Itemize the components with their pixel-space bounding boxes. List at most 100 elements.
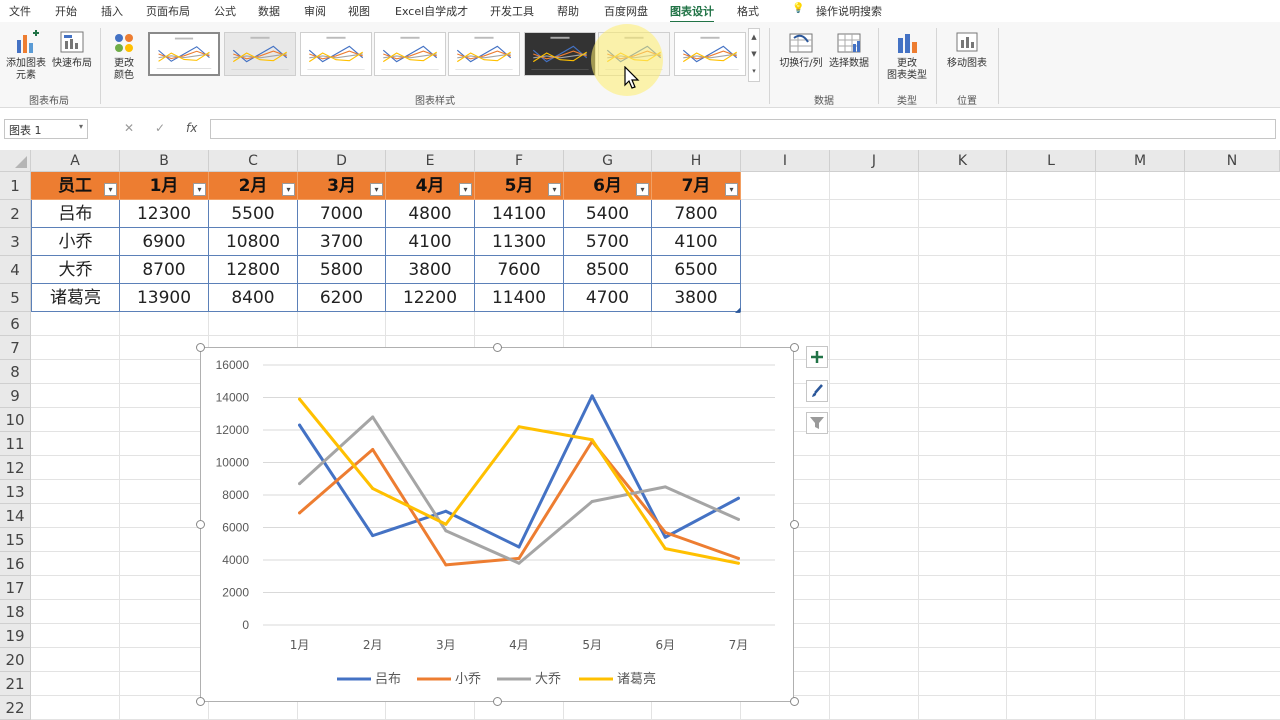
chart-style-thumbnail[interactable] xyxy=(448,32,520,76)
menu-tab[interactable]: 图表设计 xyxy=(670,3,714,23)
chart-style-thumbnail[interactable] xyxy=(300,32,372,76)
filter-dropdown-icon[interactable]: ▾ xyxy=(725,183,738,196)
column-header[interactable]: E xyxy=(386,150,475,172)
chart-style-thumbnail[interactable] xyxy=(148,32,220,76)
select-all-button[interactable] xyxy=(0,150,31,172)
resize-handle[interactable] xyxy=(196,343,205,352)
resize-handle[interactable] xyxy=(196,697,205,706)
table-cell[interactable]: 小乔 xyxy=(31,228,120,256)
row-header[interactable]: 2 xyxy=(0,200,31,228)
filter-dropdown-icon[interactable]: ▾ xyxy=(636,183,649,196)
table-header-cell[interactable]: 3月 ▾ xyxy=(298,172,386,200)
row-header[interactable]: 3 xyxy=(0,228,31,256)
table-cell[interactable]: 8700 xyxy=(120,256,209,284)
table-cell[interactable]: 5400 xyxy=(564,200,652,228)
row-header[interactable]: 17 xyxy=(0,576,31,600)
row-header[interactable]: 1 xyxy=(0,172,31,200)
table-cell[interactable]: 大乔 xyxy=(31,256,120,284)
table-cell[interactable]: 3800 xyxy=(652,284,741,312)
chart-filter-button[interactable] xyxy=(806,412,828,434)
gallery-scroll-control[interactable]: ▲ ▼ ▾ xyxy=(748,28,760,82)
table-cell[interactable]: 7600 xyxy=(475,256,564,284)
menu-tab[interactable]: 公式 xyxy=(214,3,236,19)
table-cell[interactable]: 6500 xyxy=(652,256,741,284)
column-header[interactable]: L xyxy=(1007,150,1096,172)
select-data-button[interactable]: 选择数据 xyxy=(826,30,872,70)
filter-dropdown-icon[interactable]: ▾ xyxy=(548,183,561,196)
menu-tab[interactable]: 视图 xyxy=(348,3,370,19)
filter-dropdown-icon[interactable]: ▾ xyxy=(370,183,383,196)
table-cell[interactable]: 诸葛亮 xyxy=(31,284,120,312)
legend-item[interactable]: 小乔 xyxy=(417,672,481,687)
filter-dropdown-icon[interactable]: ▾ xyxy=(282,183,295,196)
add-chart-element-button[interactable]: 添加图表 元素 xyxy=(4,30,48,82)
chart-styles-brush-button[interactable] xyxy=(806,380,828,402)
table-cell[interactable]: 吕布 xyxy=(31,200,120,228)
table-cell[interactable]: 8400 xyxy=(209,284,298,312)
row-header[interactable]: 15 xyxy=(0,528,31,552)
resize-handle[interactable] xyxy=(790,697,799,706)
menu-tab[interactable]: 审阅 xyxy=(304,3,326,19)
filter-dropdown-icon[interactable]: ▾ xyxy=(459,183,472,196)
name-box[interactable]: 图表 1 ▾ xyxy=(4,119,88,139)
resize-handle[interactable] xyxy=(196,520,205,529)
table-cell[interactable]: 3800 xyxy=(386,256,475,284)
menu-tab[interactable]: 开发工具 xyxy=(490,3,534,19)
table-cell[interactable]: 8500 xyxy=(564,256,652,284)
resize-handle[interactable] xyxy=(493,697,502,706)
change-chart-type-button[interactable]: 更改 图表类型 xyxy=(884,30,930,82)
table-cell[interactable]: 5500 xyxy=(209,200,298,228)
menu-tab[interactable]: 帮助 xyxy=(557,3,579,19)
menu-tab[interactable]: 插入 xyxy=(101,3,123,19)
chart-style-thumbnail[interactable] xyxy=(524,32,596,76)
menu-tab[interactable]: 格式 xyxy=(737,3,759,19)
legend-item[interactable]: 吕布 xyxy=(337,672,401,687)
column-header[interactable]: K xyxy=(919,150,1007,172)
table-cell[interactable]: 7000 xyxy=(298,200,386,228)
table-header-cell[interactable]: 6月 ▾ xyxy=(564,172,652,200)
row-header[interactable]: 21 xyxy=(0,672,31,696)
table-cell[interactable]: 4800 xyxy=(386,200,475,228)
resize-handle[interactable] xyxy=(790,343,799,352)
table-cell[interactable]: 13900 xyxy=(120,284,209,312)
resize-handle[interactable] xyxy=(790,520,799,529)
table-cell[interactable]: 4100 xyxy=(652,228,741,256)
row-header[interactable]: 7 xyxy=(0,336,31,360)
menu-tab[interactable]: 百度网盘 xyxy=(604,3,648,19)
move-chart-button[interactable]: 移动图表 xyxy=(942,30,992,70)
table-cell[interactable]: 4700 xyxy=(564,284,652,312)
row-header[interactable]: 6 xyxy=(0,312,31,336)
table-cell[interactable]: 3700 xyxy=(298,228,386,256)
table-cell[interactable]: 6900 xyxy=(120,228,209,256)
table-cell[interactable]: 12200 xyxy=(386,284,475,312)
column-header[interactable]: C xyxy=(209,150,298,172)
row-header[interactable]: 4 xyxy=(0,256,31,284)
row-header[interactable]: 18 xyxy=(0,600,31,624)
table-header-cell[interactable]: 4月 ▾ xyxy=(386,172,475,200)
table-cell[interactable]: 12800 xyxy=(209,256,298,284)
chart-elements-plus-button[interactable] xyxy=(806,346,828,368)
chart-area[interactable]: 0 2000 4000 6000 8000 10000 12000 14000 16000 1月 2… xyxy=(200,347,794,702)
row-header[interactable]: 19 xyxy=(0,624,31,648)
row-header[interactable]: 20 xyxy=(0,648,31,672)
column-header[interactable]: N xyxy=(1185,150,1280,172)
column-header[interactable]: G xyxy=(564,150,652,172)
table-cell[interactable]: 11400 xyxy=(475,284,564,312)
column-header[interactable]: B xyxy=(120,150,209,172)
row-header[interactable]: 12 xyxy=(0,456,31,480)
resize-handle[interactable] xyxy=(493,343,502,352)
row-header[interactable]: 22 xyxy=(0,696,31,720)
menu-tab[interactable]: 数据 xyxy=(258,3,280,19)
chart-style-thumbnail[interactable] xyxy=(224,32,296,76)
legend-item[interactable]: 大乔 xyxy=(497,672,561,687)
column-header[interactable]: F xyxy=(475,150,564,172)
chart-style-thumbnail[interactable] xyxy=(374,32,446,76)
table-header-cell[interactable]: 7月 ▾ xyxy=(652,172,741,200)
cancel-icon[interactable]: ✕ xyxy=(124,121,134,135)
row-header[interactable]: 8 xyxy=(0,360,31,384)
filter-dropdown-icon[interactable]: ▾ xyxy=(193,183,206,196)
row-header[interactable]: 10 xyxy=(0,408,31,432)
table-cell[interactable]: 4100 xyxy=(386,228,475,256)
column-header[interactable]: I xyxy=(741,150,830,172)
column-header[interactable]: M xyxy=(1096,150,1185,172)
